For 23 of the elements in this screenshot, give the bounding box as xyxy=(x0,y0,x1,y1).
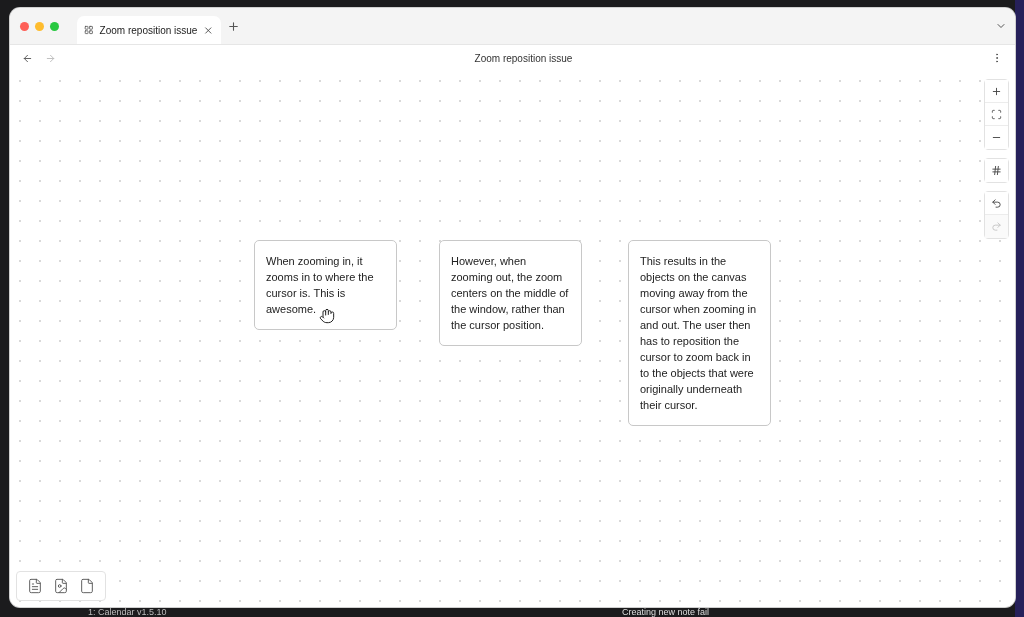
hand-cursor-icon xyxy=(319,308,335,324)
page-title: Zoom reposition issue xyxy=(473,52,574,64)
undo-button[interactable] xyxy=(985,192,1008,215)
undo-icon xyxy=(991,197,1002,209)
redo-icon xyxy=(991,221,1002,232)
note-card[interactable]: When zooming in, it zooms in to where the cursor is. This is awesome. xyxy=(254,240,397,330)
close-window-button[interactable] xyxy=(20,21,29,31)
zoom-in-button[interactable] xyxy=(985,80,1008,103)
back-icon[interactable] xyxy=(22,52,33,64)
note-card[interactable]: However, when zooming out, the zoom centers on the middle of the window, rather than the cursor position. xyxy=(439,240,582,346)
background-window-text: Creating new note fail xyxy=(622,607,710,617)
close-icon[interactable] xyxy=(203,24,214,36)
note-card[interactable]: This results in the objects on the canvas moving away from the cursor when zooming in and out. The user then has to reposition the cursor to zoom back in to the objects that were originally underneath their cursor. xyxy=(628,240,771,426)
plus-icon xyxy=(991,85,1002,97)
new-tab-icon[interactable] xyxy=(227,19,240,33)
scan-frame-icon xyxy=(991,108,1002,120)
minimize-window-button[interactable] xyxy=(35,21,44,31)
hash-icon xyxy=(991,165,1002,176)
grid-button[interactable] xyxy=(985,159,1008,182)
tab[interactable]: Zoom reposition issue xyxy=(77,16,221,44)
background-window-text: 1: Calendar v1.5.10 xyxy=(88,607,167,617)
forward-icon[interactable] xyxy=(45,52,56,64)
maximize-window-button[interactable] xyxy=(50,21,59,31)
